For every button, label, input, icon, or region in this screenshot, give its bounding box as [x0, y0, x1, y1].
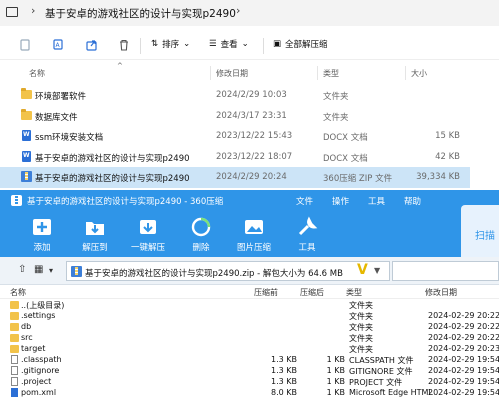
verified-icon: V: [357, 262, 368, 278]
delete-icon: [191, 217, 211, 237]
cut-icon[interactable]: [19, 39, 31, 51]
column-name[interactable]: 名称: [10, 287, 26, 298]
file-row[interactable]: ssm环境安装文档 2023/12/22 15:43 DOCX 文档 15 KB: [0, 126, 470, 147]
sort-indicator-icon: ^: [117, 62, 123, 70]
folder-icon: [10, 334, 19, 342]
zip-row[interactable]: .classpath 1.3 KB 1 KB CLASSPATH 文件 2024…: [0, 355, 499, 366]
delete-button[interactable]: 删除: [178, 214, 224, 255]
breadcrumb[interactable]: 基于安卓的游戏社区的设计与实现p2490: [45, 6, 236, 21]
tools-button[interactable]: 工具: [284, 214, 330, 255]
extract-all-button[interactable]: ▣ 全部解压缩: [273, 38, 328, 50]
edge-document-icon: [11, 388, 18, 397]
share-icon[interactable]: [86, 39, 98, 51]
explorer-toolbar: A ⇅ 排序 ⌄ ☰ 查看 ⌄ ▣ 全部解压缩: [0, 30, 499, 60]
explorer-title-bar: › 基于安卓的游戏社区的设计与实现p2490 ›: [0, 0, 499, 26]
zip-app-icon: [11, 195, 22, 206]
menu-help[interactable]: 帮助: [404, 195, 421, 207]
view-dropdown-icon[interactable]: ▾: [49, 266, 53, 275]
tools-icon: [298, 216, 318, 236]
sort-button[interactable]: ⇅ 排序 ⌄: [151, 38, 190, 50]
file-icon: [11, 366, 18, 375]
extract-to-button[interactable]: 解压到: [72, 214, 118, 255]
address-box[interactable]: 基于安卓的游戏社区的设计与实现p2490.zip - 解包大小为 64.6 MB…: [66, 261, 390, 281]
menu-file[interactable]: 文件: [296, 195, 313, 207]
menu-tools[interactable]: 工具: [368, 195, 385, 207]
zip-row[interactable]: db 文件夹 2024-02-29 20:22: [0, 322, 499, 333]
image-compress-icon: [245, 220, 263, 234]
zip-row[interactable]: pom.xml 8.0 KB 1 KB Microsoft Edge HTML …: [0, 388, 499, 399]
zip-list-header: 名称 压缩前 压缩后 类型 修改日期: [0, 285, 499, 299]
zip-title-bar: 基于安卓的游戏社区的设计与实现p2490 - 360压缩 文件 操作 工具 帮助: [0, 190, 499, 212]
zip-row[interactable]: src 文件夹 2024-02-29 20:22: [0, 333, 499, 344]
folder-icon: [10, 312, 19, 320]
view-button[interactable]: ☰ 查看 ⌄: [209, 38, 249, 50]
copy-icon[interactable]: A: [53, 39, 65, 51]
zip-ribbon: 添加 解压到 一键解压 删除 图片压缩 工具: [0, 212, 499, 257]
chevron-right-icon[interactable]: ›: [31, 4, 35, 17]
folder-icon: [10, 301, 19, 309]
search-input[interactable]: [392, 261, 499, 281]
sort-icon: ⇅: [151, 39, 159, 49]
zip-archive-icon: [21, 171, 32, 182]
folder-icon: [10, 345, 19, 353]
file-row-selected[interactable]: 基于安卓的游戏社区的设计与实现p2490 2024/2/29 20:24 360…: [0, 167, 470, 188]
scan-button[interactable]: 扫描: [461, 205, 499, 257]
word-document-icon: [22, 130, 31, 141]
view-icon: ☰: [209, 39, 217, 49]
window-icon: [6, 7, 18, 17]
chevron-down-icon[interactable]: ▼: [374, 266, 380, 275]
add-button[interactable]: 添加: [19, 214, 65, 255]
word-document-icon: [22, 151, 31, 162]
folder-icon: [21, 109, 32, 120]
archive-path: 基于安卓的游戏社区的设计与实现p2490.zip - 解包大小为 64.6 MB: [85, 269, 343, 279]
column-type[interactable]: 类型: [346, 287, 362, 298]
column-size[interactable]: 大小: [411, 68, 427, 79]
zip-row[interactable]: .project 1.3 KB 1 KB PROJECT 文件 2024-02-…: [0, 377, 499, 388]
zip-row[interactable]: .gitignore 1.3 KB 1 KB GITIGNORE 文件 2024…: [0, 366, 499, 377]
file-icon: [11, 355, 18, 364]
menu-operation[interactable]: 操作: [332, 195, 349, 207]
chevron-down-icon: ⌄: [241, 39, 249, 49]
file-icon: [11, 377, 18, 386]
folder-icon: [10, 323, 19, 331]
file-list-header: 名称 ^ 修改日期 类型 大小: [0, 62, 499, 82]
zip-row[interactable]: target 文件夹 2024-02-29 20:23: [0, 344, 499, 355]
add-icon: [33, 219, 51, 235]
folder-icon: [21, 88, 32, 99]
delete-icon[interactable]: [118, 39, 130, 51]
up-arrow-icon[interactable]: ⇧: [18, 264, 26, 275]
file-row[interactable]: 数据库文件 2024/3/17 23:31 文件夹: [0, 106, 470, 127]
chevron-right-icon[interactable]: ›: [236, 4, 240, 17]
one-click-extract-button[interactable]: 一键解压: [125, 214, 171, 255]
column-type[interactable]: 类型: [323, 68, 339, 79]
extract-icon: ▣: [273, 39, 282, 49]
image-compress-button[interactable]: 图片压缩: [231, 214, 277, 255]
extract-to-icon: [86, 222, 104, 235]
file-row[interactable]: 环境部署软件 2024/2/29 10:03 文件夹: [0, 85, 470, 106]
zip-archive-icon: [71, 266, 82, 277]
svg-text:A: A: [56, 42, 61, 49]
one-click-extract-icon: [140, 220, 156, 234]
column-date[interactable]: 修改日期: [216, 68, 248, 79]
column-name[interactable]: 名称: [29, 68, 45, 79]
zip-address-bar: ⇧ ▦ ▾ 基于安卓的游戏社区的设计与实现p2490.zip - 解包大小为 6…: [0, 257, 499, 285]
file-row[interactable]: 基于安卓的游戏社区的设计与实现p2490 2023/12/22 18:07 DO…: [0, 147, 470, 168]
column-original-size[interactable]: 压缩前: [254, 287, 278, 298]
zip-row[interactable]: ..(上级目录) 文件夹: [0, 300, 499, 311]
column-compressed-size[interactable]: 压缩后: [300, 287, 324, 298]
zip-row[interactable]: .settings 文件夹 2024-02-29 20:22: [0, 311, 499, 322]
zip-window-title: 基于安卓的游戏社区的设计与实现p2490 - 360压缩: [27, 197, 224, 207]
chevron-down-icon: ⌄: [183, 39, 191, 49]
view-mode-icon[interactable]: ▦: [34, 264, 43, 275]
column-modified[interactable]: 修改日期: [425, 287, 457, 298]
